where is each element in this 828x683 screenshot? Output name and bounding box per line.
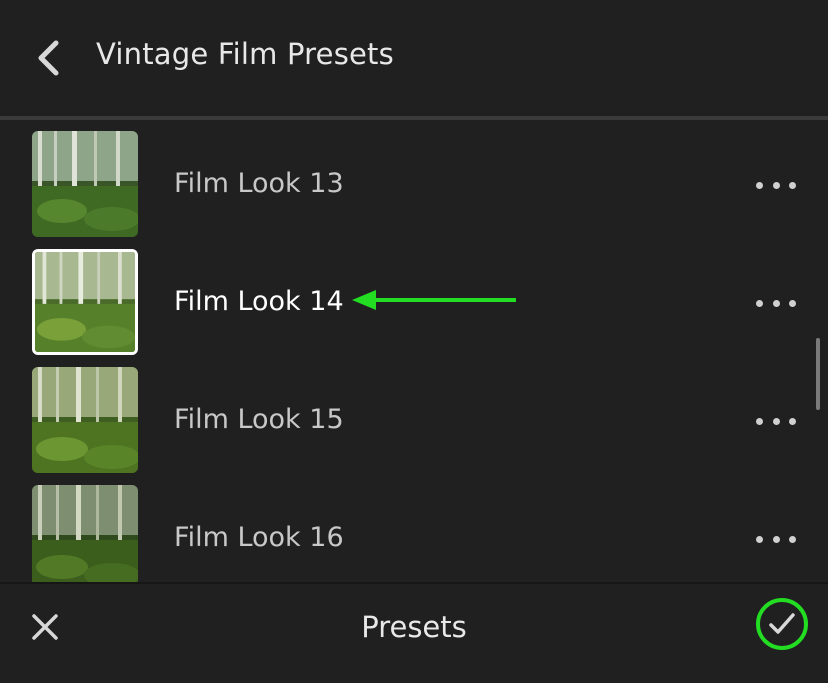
preset-row[interactable]: Film Look 13 [0,120,828,238]
chevron-left-icon [38,40,59,76]
dot [756,181,763,189]
dot [789,299,796,307]
preset-label: Film Look 16 [174,522,344,553]
dot [789,417,796,425]
footer-title: Presets [361,610,467,644]
preset-label: Film Look 13 [174,168,344,199]
confirm-button[interactable] [756,598,808,650]
dot [772,181,780,189]
preset-thumbnail[interactable] [32,249,138,355]
more-options-button[interactable] [756,529,796,549]
preset-label: Film Look 15 [174,404,344,435]
more-options-button[interactable] [756,411,796,431]
dot [772,299,780,307]
arrow-left-icon [352,290,516,310]
more-options-button[interactable] [756,175,796,195]
scrollbar[interactable] [816,338,820,410]
preset-row[interactable]: Film Look 16 [0,474,828,582]
preset-list[interactable]: Film Look 13 Film Look 14 Film Look 15 F… [0,120,828,582]
preset-row[interactable]: Film Look 15 [0,356,828,474]
dot [772,417,780,425]
preset-thumbnail[interactable] [32,485,138,582]
dot [756,535,763,543]
page-title: Vintage Film Presets [96,37,394,71]
header-bar: Vintage Film Presets [0,0,828,116]
preset-thumbnail[interactable] [32,131,138,237]
preset-label: Film Look 14 [174,286,344,317]
footer-bar: Presets [0,582,828,683]
dot [756,417,763,425]
dot [756,299,763,307]
preset-thumbnail[interactable] [32,367,138,473]
back-button[interactable] [28,38,68,78]
dot [789,535,796,543]
dot [772,535,780,543]
dot [789,181,796,189]
more-options-button[interactable] [756,293,796,313]
checkmark-icon [769,613,795,634]
